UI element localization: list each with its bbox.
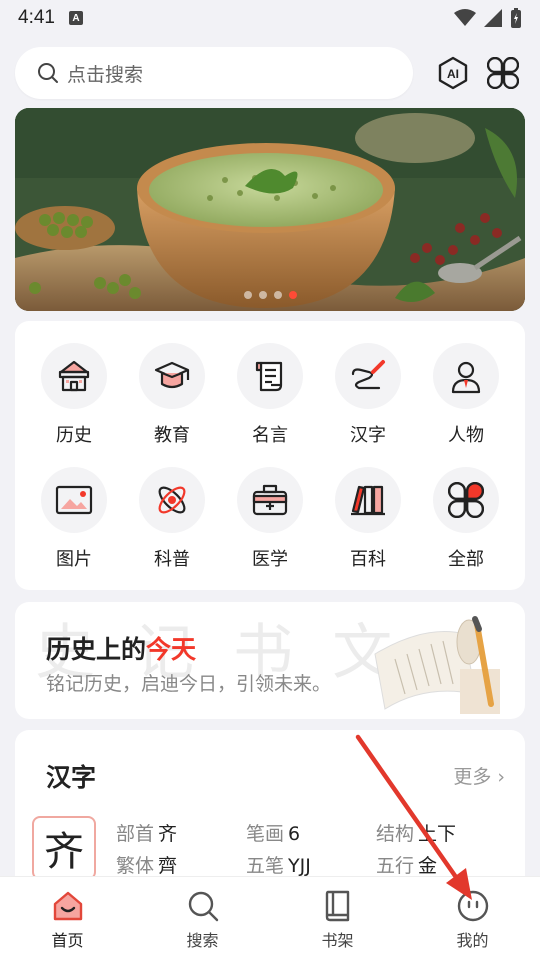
category-label: 图片	[56, 549, 92, 570]
category-grid: 历史 教育 名言 汉字 人物 图片 科普 医学 百科 全部	[15, 321, 525, 590]
graduation-cap-icon	[154, 361, 190, 389]
hanzi-section-title: 汉字	[46, 763, 97, 792]
category-label: 历史	[56, 425, 92, 446]
category-images[interactable]: 图片	[25, 467, 123, 591]
category-label: 人物	[448, 425, 484, 446]
category-people[interactable]: 人物	[417, 343, 515, 467]
chevron-right-icon: ›	[491, 766, 505, 788]
signal-icon	[484, 9, 502, 27]
hanzi-character-box[interactable]: 齐	[32, 816, 96, 880]
science-circle	[139, 467, 205, 533]
scroll-illustration-icon	[374, 616, 500, 714]
books-icon	[351, 485, 385, 516]
hanzi-traditional: 繁体齊	[116, 855, 178, 877]
nav-home[interactable]: 首页	[0, 877, 135, 960]
category-label: 汉字	[350, 425, 386, 446]
category-medicine[interactable]: 医学	[221, 467, 319, 591]
image-icon	[55, 485, 93, 515]
today-title: 历史上的今天	[46, 635, 197, 664]
more-link[interactable]: 更多 ›	[453, 762, 505, 789]
notification-icon: A	[68, 11, 83, 25]
hanzi-element: 五行金	[376, 855, 438, 877]
category-science[interactable]: 科普	[123, 467, 221, 591]
banner-dot[interactable]	[273, 291, 282, 299]
category-label: 教育	[154, 425, 190, 446]
search-icon	[188, 891, 218, 922]
nav-search[interactable]: 搜索	[135, 877, 270, 960]
category-quotes[interactable]: 名言	[221, 343, 319, 467]
svg-text:AI: AI	[447, 67, 459, 81]
people-circle	[433, 343, 499, 409]
medkit-icon	[252, 484, 288, 516]
nav-label: 我的	[456, 931, 489, 950]
search-row: 点击搜索 AI	[15, 46, 525, 100]
category-label: 全部	[448, 549, 484, 570]
apps-button[interactable]	[485, 55, 521, 91]
category-education[interactable]: 教育	[123, 343, 221, 467]
banner-dot[interactable]	[243, 291, 252, 299]
images-circle	[41, 467, 107, 533]
category-label: 百科	[350, 549, 386, 570]
banner-image	[15, 108, 525, 311]
education-circle	[139, 343, 205, 409]
category-label: 医学	[252, 549, 288, 570]
ai-button[interactable]: AI	[435, 55, 471, 91]
nav-bookshelf[interactable]: 书架	[270, 877, 405, 960]
hanzi-card: 汉字 更多 › 齐 部首齐 笔画 6 结构 上下 繁体齊 五笔 YJJ 五行金	[15, 730, 525, 890]
nav-label: 首页	[51, 931, 84, 950]
nav-profile[interactable]: 我的	[405, 877, 540, 960]
search-icon	[38, 63, 58, 83]
search-input[interactable]: 点击搜索	[15, 47, 413, 99]
ai-icon: AI	[438, 56, 468, 90]
category-label: 名言	[252, 425, 288, 446]
nav-label: 搜索	[186, 931, 219, 950]
wifi-icon	[454, 9, 476, 26]
hanzi-structure: 结构 上下	[376, 823, 457, 845]
battery-icon	[511, 8, 521, 28]
quotes-circle	[237, 343, 303, 409]
search-placeholder: 点击搜索	[67, 63, 144, 86]
grid-icon	[448, 482, 484, 518]
book-icon	[325, 890, 349, 922]
category-encyclopedia[interactable]: 百科	[319, 467, 417, 591]
today-subtitle: 铭记历史，启迪今日，引领未来。	[46, 673, 332, 695]
history-circle	[41, 343, 107, 409]
scroll-icon	[255, 361, 283, 392]
category-history[interactable]: 历史	[25, 343, 123, 467]
status-time: 4:41	[18, 7, 55, 28]
category-label: 科普	[154, 549, 190, 570]
hanzi-radical: 部首齐	[116, 823, 178, 845]
encyclopedia-circle	[335, 467, 401, 533]
pen-icon	[351, 360, 385, 390]
person-icon	[451, 361, 481, 394]
apps-icon	[487, 57, 519, 89]
banner-carousel[interactable]	[15, 108, 525, 311]
banner-dot[interactable]	[258, 291, 267, 299]
hanzi-circle	[335, 343, 401, 409]
bottom-navigation: 首页 搜索 书架 我的	[0, 876, 540, 960]
nav-label: 书架	[321, 931, 354, 950]
medicine-circle	[237, 467, 303, 533]
atom-icon	[158, 486, 186, 514]
status-indicators	[454, 8, 522, 28]
banner-pagination	[15, 291, 525, 299]
profile-icon	[457, 890, 488, 922]
category-hanzi[interactable]: 汉字	[319, 343, 417, 467]
today-in-history-card[interactable]: 史 记 书 文 历史上的今天 铭记历史，启迪今日，引领未来。	[15, 602, 525, 719]
banner-dot-active[interactable]	[288, 291, 297, 299]
home-icon	[53, 891, 82, 921]
status-bar: 4:41 A	[0, 0, 540, 36]
hanzi-wubi: 五笔 YJJ	[246, 855, 311, 877]
hanzi-strokes: 笔画 6	[246, 823, 301, 845]
house-icon	[58, 360, 90, 392]
all-circle	[433, 467, 499, 533]
category-all[interactable]: 全部	[417, 467, 515, 591]
